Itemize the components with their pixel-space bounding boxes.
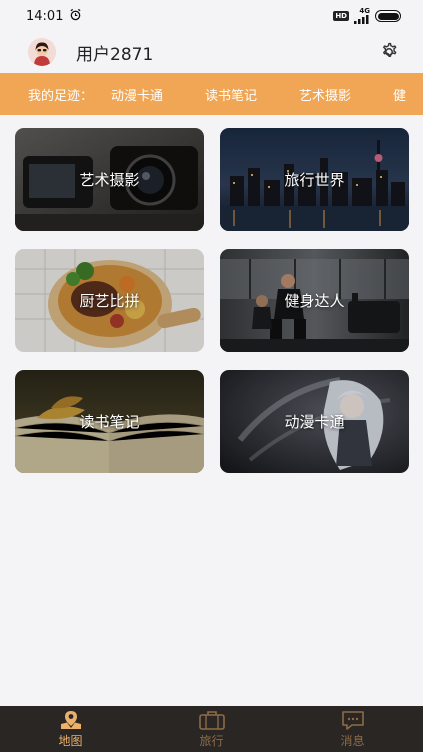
tab-label: 旅行	[199, 733, 224, 748]
suitcase-icon	[198, 710, 225, 730]
category-label: 读书笔记	[79, 413, 140, 431]
signal-icon: 4G	[354, 8, 370, 24]
user-header: 用户2871	[0, 32, 423, 72]
category-label: 健身达人	[284, 292, 345, 310]
gear-icon	[383, 42, 397, 57]
footprint-item-reading[interactable]: 读书笔记	[205, 85, 257, 104]
status-right: HD 4G	[333, 8, 401, 24]
category-card-cooking[interactable]: 厨艺比拼	[15, 249, 204, 352]
category-card-reading[interactable]: 读书笔记	[15, 370, 204, 473]
hd-icon: HD	[333, 11, 349, 21]
footprint-item-photography[interactable]: 艺术摄影	[299, 85, 351, 104]
category-card-fitness[interactable]: 健身达人	[220, 249, 409, 352]
category-label: 艺术摄影	[79, 171, 140, 189]
status-left: 14:01	[26, 8, 82, 25]
category-label: 动漫卡通	[284, 413, 345, 431]
bottom-tab-bar: 地图 旅行 消息	[0, 706, 423, 752]
tab-label: 地图	[58, 733, 83, 748]
username: 用户2871	[76, 44, 154, 65]
alarm-icon	[69, 8, 82, 25]
battery-fill	[377, 12, 399, 20]
category-card-travel[interactable]: 旅行世界	[220, 128, 409, 231]
category-card-photography[interactable]: 艺术摄影	[15, 128, 204, 231]
message-icon	[341, 710, 364, 730]
settings-button[interactable]	[375, 38, 403, 66]
footprint-bar: 我的足迹： 动漫卡通 读书笔记 艺术摄影 健	[0, 73, 423, 115]
tab-map[interactable]: 地图	[0, 706, 141, 752]
tab-messages[interactable]: 消息	[282, 706, 423, 752]
status-bar: 14:01 HD 4G	[0, 0, 423, 32]
tab-travel[interactable]: 旅行	[141, 706, 282, 752]
map-pin-icon	[60, 710, 81, 729]
avatar[interactable]	[28, 38, 56, 66]
battery-icon	[375, 10, 401, 22]
category-card-anime[interactable]: 动漫卡通	[220, 370, 409, 473]
category-label: 厨艺比拼	[79, 292, 140, 310]
network-label: 4G	[359, 7, 370, 15]
footprint-item-anime[interactable]: 动漫卡通	[111, 85, 163, 104]
footprint-label: 我的足迹：	[28, 88, 94, 104]
status-time: 14:01	[26, 8, 64, 24]
category-label: 旅行世界	[284, 171, 345, 189]
footprint-item-fitness[interactable]: 健	[393, 85, 406, 104]
tab-label: 消息	[340, 733, 365, 748]
